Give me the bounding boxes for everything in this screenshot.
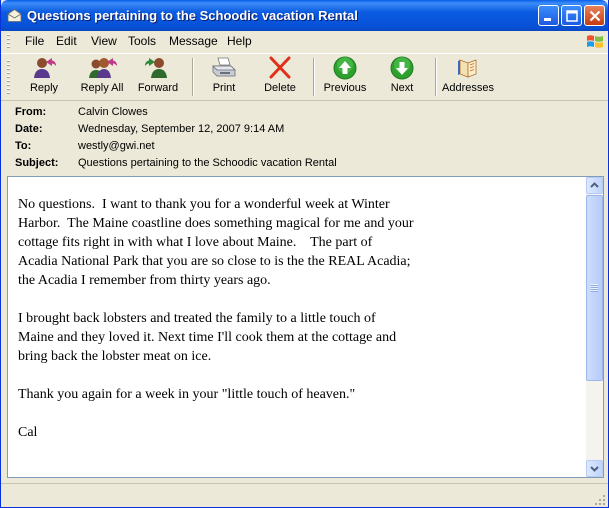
minimize-button[interactable] <box>538 5 559 26</box>
body-paragraph: I brought back lobsters and treated the … <box>18 311 397 364</box>
menu-file[interactable]: File <box>25 34 44 48</box>
addresses-button[interactable]: Addresses <box>441 56 495 98</box>
scroll-up-button[interactable] <box>586 177 603 194</box>
maximize-icon <box>566 10 578 22</box>
menu-grip[interactable] <box>7 34 10 49</box>
delete-label: Delete <box>264 82 296 94</box>
reply-label: Reply <box>29 82 59 94</box>
envelope-open-icon <box>7 9 22 22</box>
address-book-icon <box>458 59 477 78</box>
toolbar-separator <box>192 58 193 96</box>
printer-icon <box>212 57 236 77</box>
reply-button[interactable]: Reply <box>23 56 65 98</box>
close-icon <box>589 10 601 22</box>
forward-label: Forward <box>137 82 179 94</box>
body-signature: Cal <box>18 425 38 440</box>
body-paragraph: No questions. I want to thank you for a … <box>18 197 414 288</box>
reply-icon <box>34 58 56 78</box>
next-button[interactable]: Next <box>383 56 421 98</box>
menu-edit[interactable]: Edit <box>56 34 77 48</box>
message-body[interactable]: No questions. I want to thank you for a … <box>7 176 604 478</box>
toolbar-separator <box>313 58 314 96</box>
menu-help[interactable]: Help <box>227 34 252 48</box>
print-button[interactable]: Print <box>204 56 244 98</box>
forward-icon <box>145 58 167 78</box>
delete-x-icon <box>269 56 291 79</box>
date-value: Wednesday, September 12, 2007 9:14 AM <box>78 123 285 135</box>
status-bar <box>1 483 608 507</box>
vertical-scrollbar[interactable] <box>586 177 603 477</box>
chevron-up-icon <box>590 182 599 188</box>
maximize-button[interactable] <box>561 5 582 26</box>
next-label: Next <box>390 82 414 94</box>
title-bar[interactable]: Questions pertaining to the Schoodic vac… <box>1 0 608 31</box>
previous-button[interactable]: Previous <box>321 56 369 98</box>
from-value: Calvin Clowes <box>78 106 148 118</box>
resize-grip-icon[interactable] <box>594 494 606 506</box>
message-headers: From: Calvin Clowes Date: Wednesday, Sep… <box>1 100 608 174</box>
addresses-label: Addresses <box>442 82 494 94</box>
menu-tools[interactable]: Tools <box>128 34 156 48</box>
reply-all-label: Reply All <box>80 82 124 94</box>
to-label: To: <box>15 140 32 152</box>
toolbar-grip[interactable] <box>7 60 10 94</box>
date-label: Date: <box>15 123 43 135</box>
scroll-thumb[interactable] <box>586 195 603 381</box>
to-value: westly@gwi.net <box>78 140 155 152</box>
scroll-thumb-grip <box>591 284 598 292</box>
arrow-up-icon <box>333 56 357 80</box>
message-text: No questions. I want to thank you for a … <box>18 195 578 461</box>
minimize-icon <box>544 18 551 21</box>
toolbar-separator <box>435 58 436 96</box>
message-window: Questions pertaining to the Schoodic vac… <box>0 0 609 508</box>
menu-bar: File Edit View Tools Message Help <box>1 31 608 52</box>
subject-value: Questions pertaining to the Schoodic vac… <box>78 157 337 169</box>
body-paragraph: Thank you again for a week in your "litt… <box>18 387 356 402</box>
previous-label: Previous <box>323 82 367 94</box>
close-button[interactable] <box>584 5 605 26</box>
reply-all-button[interactable]: Reply All <box>77 56 127 98</box>
windows-logo-icon <box>587 35 603 48</box>
from-label: From: <box>15 106 47 118</box>
delete-button[interactable]: Delete <box>259 56 301 98</box>
scroll-down-button[interactable] <box>586 460 603 477</box>
forward-button[interactable]: Forward <box>135 56 181 98</box>
print-label: Print <box>212 82 236 94</box>
window-title: Questions pertaining to the Schoodic vac… <box>27 8 358 23</box>
menu-message[interactable]: Message <box>169 34 218 48</box>
menu-view[interactable]: View <box>91 34 117 48</box>
reply-all-icon <box>89 58 117 78</box>
arrow-down-icon <box>390 56 414 80</box>
subject-label: Subject: <box>15 157 59 169</box>
chevron-down-icon <box>590 466 599 472</box>
toolbar: Reply Reply All Forward Print Delete Pre… <box>1 53 608 101</box>
